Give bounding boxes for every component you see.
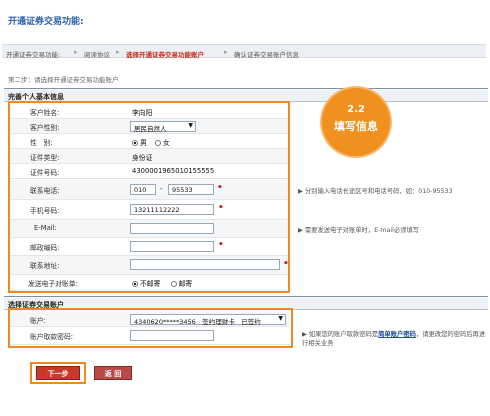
step-arrow-icon: ▸ [74,48,78,56]
divider [4,88,488,89]
step-1: 开通证券交易功能: [6,51,61,59]
phone-hint: ▶ 分别输入电话长途区号和电话号码，如：010-95533 [298,188,453,195]
divider [4,296,488,297]
badge-number: 2.2 [347,104,365,115]
step-2: 阅读协议 [84,51,110,59]
step-arrow-icon: ▸ [116,48,120,56]
email-hint: ▶ 需要发送电子对账单时，E-mail必须填写 [298,227,420,234]
step-3-active: 选择开通证券交易功能账户 [126,51,204,59]
account-password-hint: ▶ 如果您的账户取款密码是简单账户密码，请更改您的密码后再进行相关业务 [302,330,486,348]
step-arrow-icon: ▸ [224,48,228,56]
account-hint-text: ▶ 如果您的账户取款密码是 [302,331,379,338]
simple-password-link[interactable]: 简单账户密码 [378,331,416,338]
badge-text: 填写信息 [334,120,378,133]
highlight-box-account [8,308,293,348]
substep-text: 第二步：请选择开通证券交易功能账户 [8,76,119,84]
back-button[interactable]: 返 回 [94,366,132,380]
step-badge: 2.2 填写信息 [322,88,390,156]
page-title: 开通证券交易功能: [8,17,84,27]
next-button[interactable]: 下一步 [36,366,80,380]
step-4: 确认证券交易账户信息 [234,51,299,59]
highlight-box-personal [8,101,290,293]
step-breadcrumb: 开通证券交易功能: ▸ 阅读协议 ▸ 选择开通证券交易功能账户 ▸ 确认证券交易… [2,44,486,59]
